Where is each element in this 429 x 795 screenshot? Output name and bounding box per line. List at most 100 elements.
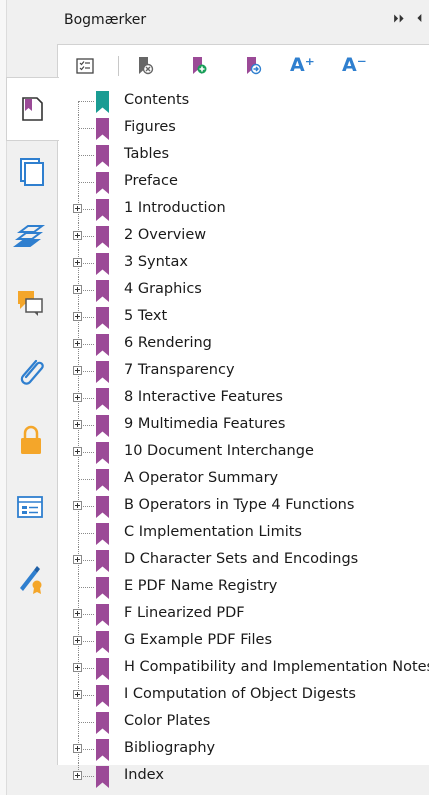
bookmark-item[interactable]: 5 Text: [70, 304, 429, 331]
bookmark-icon: [96, 658, 109, 680]
bookmark-icon: [96, 253, 109, 275]
bookmark-item[interactable]: 3 Syntax: [70, 250, 429, 277]
expand-toggle-icon[interactable]: [73, 231, 82, 240]
bookmark-icon: [96, 496, 109, 518]
expand-toggle-icon[interactable]: [73, 609, 82, 618]
tree-connector: [79, 533, 94, 534]
bookmark-label: 4 Graphics: [124, 281, 202, 297]
bookmark-item[interactable]: I Computation of Object Digests: [70, 682, 429, 709]
toolbar-separator: [118, 56, 119, 76]
expand-toggle-icon[interactable]: [73, 744, 82, 753]
bookmark-icon: [96, 307, 109, 329]
bookmark-label: 3 Syntax: [124, 254, 188, 270]
bookmark-item[interactable]: 1 Introduction: [70, 196, 429, 223]
expand-toggle-icon[interactable]: [73, 312, 82, 321]
bookmark-icon: [96, 604, 109, 626]
comments-icon: [18, 291, 43, 316]
bookmark-icon: [96, 145, 109, 167]
expand-toggle-icon[interactable]: [73, 366, 82, 375]
expand-toggle-icon[interactable]: [73, 690, 82, 699]
bookmark-item[interactable]: Index: [70, 763, 429, 790]
delete-bookmark-button[interactable]: [132, 52, 158, 80]
tab-signatures[interactable]: [6, 548, 57, 608]
expand-toggle-icon[interactable]: [73, 285, 82, 294]
bookmark-label: H Compatibility and Implementation Notes: [124, 659, 429, 675]
tab-layers[interactable]: [6, 210, 57, 270]
expand-toggle-icon[interactable]: [73, 636, 82, 645]
decrease-font-icon: A⁻: [342, 54, 367, 76]
tab-attachments[interactable]: [6, 345, 57, 405]
bookmark-item[interactable]: 7 Transparency: [70, 358, 429, 385]
tab-bookmarks[interactable]: [6, 77, 59, 141]
bookmark-icon: [96, 415, 109, 437]
tree-connector: [79, 101, 94, 102]
bookmark-item[interactable]: 2 Overview: [70, 223, 429, 250]
bookmark-item[interactable]: Figures: [70, 115, 429, 142]
tab-form-fields[interactable]: [6, 480, 57, 540]
expand-toggle-icon[interactable]: [73, 204, 82, 213]
expand-toggle-icon[interactable]: [73, 258, 82, 267]
tab-thumbnails[interactable]: [6, 142, 57, 202]
tree-connector: [79, 128, 94, 129]
bookmark-label: 5 Text: [124, 308, 168, 324]
tree-connector: [79, 182, 94, 183]
bookmark-item[interactable]: F Linearized PDF: [70, 601, 429, 628]
tab-comments[interactable]: [6, 277, 57, 337]
expand-toggle-icon[interactable]: [73, 663, 82, 672]
expand-toggle-icon[interactable]: [73, 420, 82, 429]
bookmark-label: 1 Introduction: [124, 200, 226, 216]
bookmark-item[interactable]: Preface: [70, 169, 429, 196]
expand-panel-icon[interactable]: ⏵⏵: [393, 12, 404, 26]
bookmark-item[interactable]: Tables: [70, 142, 429, 169]
bookmark-item[interactable]: B Operators in Type 4 Functions: [70, 493, 429, 520]
bookmark-item[interactable]: 10 Document Interchange: [70, 439, 429, 466]
bookmark-label: B Operators in Type 4 Functions: [124, 497, 355, 513]
add-bookmark-button[interactable]: [186, 52, 212, 80]
bookmark-item[interactable]: H Compatibility and Implementation Notes: [70, 655, 429, 682]
attachments-icon: [20, 359, 44, 385]
bookmark-item[interactable]: A Operator Summary: [70, 466, 429, 493]
bookmark-label: 2 Overview: [124, 227, 207, 243]
bookmark-item[interactable]: 8 Interactive Features: [70, 385, 429, 412]
tab-security[interactable]: [6, 412, 57, 472]
bookmark-item[interactable]: Bibliography: [70, 736, 429, 763]
bookmark-label: Bibliography: [124, 740, 216, 756]
bookmark-item[interactable]: E PDF Name Registry: [70, 574, 429, 601]
bookmark-item[interactable]: D Character Sets and Encodings: [70, 547, 429, 574]
bookmark-icon: [96, 766, 109, 788]
bookmarks-panel-icon: [22, 97, 43, 121]
bookmark-icon: [96, 577, 109, 599]
bookmark-icon: [96, 199, 109, 221]
expand-toggle-icon[interactable]: [73, 555, 82, 564]
bookmark-item[interactable]: 6 Rendering: [70, 331, 429, 358]
bookmark-options-button[interactable]: [72, 52, 98, 80]
tree-connector: [78, 101, 79, 115]
bookmark-label: Figures: [124, 119, 176, 135]
bookmark-item[interactable]: Contents: [70, 88, 429, 115]
bookmark-icon: [96, 739, 109, 761]
bookmark-item[interactable]: Color Plates: [70, 709, 429, 736]
collapse-panel-icon[interactable]: ⏴: [417, 12, 423, 26]
expand-toggle-icon[interactable]: [73, 771, 82, 780]
bookmark-item[interactable]: C Implementation Limits: [70, 520, 429, 547]
expand-toggle-icon[interactable]: [73, 339, 82, 348]
bookmark-item[interactable]: 4 Graphics: [70, 277, 429, 304]
go-to-bookmark-button[interactable]: [240, 52, 266, 80]
bookmark-icon: [96, 172, 109, 194]
bookmark-icon: [96, 226, 109, 248]
bookmark-label: Contents: [124, 92, 190, 108]
expand-toggle-icon[interactable]: [73, 447, 82, 456]
digital-signature-icon: [20, 566, 42, 594]
bookmark-label: E PDF Name Registry: [124, 578, 278, 594]
bookmark-label: I Computation of Object Digests: [124, 686, 356, 702]
bookmark-label: Color Plates: [124, 713, 211, 729]
bookmark-label: C Implementation Limits: [124, 524, 302, 540]
decrease-font-button[interactable]: A⁻: [340, 52, 367, 80]
bookmark-item[interactable]: G Example PDF Files: [70, 628, 429, 655]
bookmark-label: 9 Multimedia Features: [124, 416, 286, 432]
bookmark-item[interactable]: 9 Multimedia Features: [70, 412, 429, 439]
increase-font-button[interactable]: A⁺: [288, 52, 315, 80]
expand-toggle-icon[interactable]: [73, 501, 82, 510]
bookmark-icon: [96, 334, 109, 356]
expand-toggle-icon[interactable]: [73, 393, 82, 402]
